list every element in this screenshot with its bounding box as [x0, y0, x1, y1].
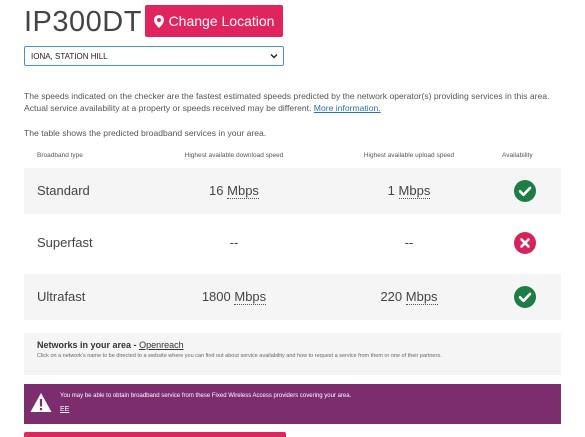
networks-panel: Networks in your area - Openreach Click … [24, 333, 561, 375]
row-upload-value: 220 [380, 289, 403, 304]
fwa-banner: You may be able to obtain broadband serv… [24, 384, 561, 424]
table-intro: The table shows the predicted broadband … [24, 128, 267, 138]
fwa-provider-link[interactable]: EE [60, 406, 69, 413]
bottom-action-button[interactable] [24, 432, 286, 437]
cross-circle-icon [514, 232, 536, 254]
row-download-value: 16 [209, 183, 224, 198]
warning-icon [30, 393, 52, 412]
col-header-upload: Highest available upload speed [363, 152, 455, 159]
row-type: Ultrafast [37, 289, 86, 304]
map-marker-icon [153, 14, 164, 28]
table-row: Ultrafast 1800 Mbps 220 Mbps [24, 274, 561, 320]
row-upload: -- [349, 235, 469, 250]
more-information-link[interactable]: More information. [314, 103, 381, 113]
address-select-value: IONA, STATION HILL [31, 51, 108, 61]
row-type: Superfast [37, 235, 93, 250]
speed-disclaimer-text: The speeds indicated on the checker are … [24, 91, 550, 113]
openreach-link[interactable]: Openreach [139, 340, 184, 350]
check-circle-icon [514, 286, 536, 308]
networks-heading: Networks in your area - Openreach [37, 340, 548, 350]
check-circle-icon [514, 180, 536, 202]
row-upload: 1 Mbps [349, 183, 469, 199]
row-download-unit[interactable]: Mbps [227, 183, 259, 199]
row-type: Standard [37, 183, 90, 198]
change-location-label: Change Location [168, 13, 275, 29]
row-upload-value: 1 [387, 183, 395, 198]
change-location-button[interactable]: Change Location [145, 5, 283, 37]
networks-title: Networks in your area - [37, 340, 137, 350]
chevron-down-icon [270, 54, 278, 59]
postcode-title: IP300DT [24, 6, 142, 38]
fwa-message: You may be able to obtain broadband serv… [60, 393, 352, 399]
row-upload: 220 Mbps [349, 289, 469, 305]
row-download-value: 1800 [201, 289, 231, 304]
row-download-unit[interactable]: Mbps [234, 289, 267, 305]
address-select[interactable]: IONA, STATION HILL [24, 46, 284, 66]
table-row: Superfast -- -- [24, 220, 561, 266]
col-header-type: Broadband type [37, 152, 83, 159]
networks-subtext: Click on a network's name to be directed… [37, 353, 442, 359]
row-download: 1800 Mbps [174, 289, 294, 305]
row-upload-unit[interactable]: Mbps [405, 289, 438, 305]
col-header-download: Highest available download speed [184, 152, 284, 159]
row-upload-value: -- [404, 235, 414, 250]
speed-disclaimer: The speeds indicated on the checker are … [24, 90, 559, 114]
row-download: 16 Mbps [174, 183, 294, 199]
row-download: -- [174, 235, 294, 250]
col-header-availability: Availability [502, 152, 533, 159]
row-download-value: -- [229, 235, 239, 250]
table-row: Standard 16 Mbps 1 Mbps [24, 168, 561, 214]
row-upload-unit[interactable]: Mbps [398, 183, 431, 199]
